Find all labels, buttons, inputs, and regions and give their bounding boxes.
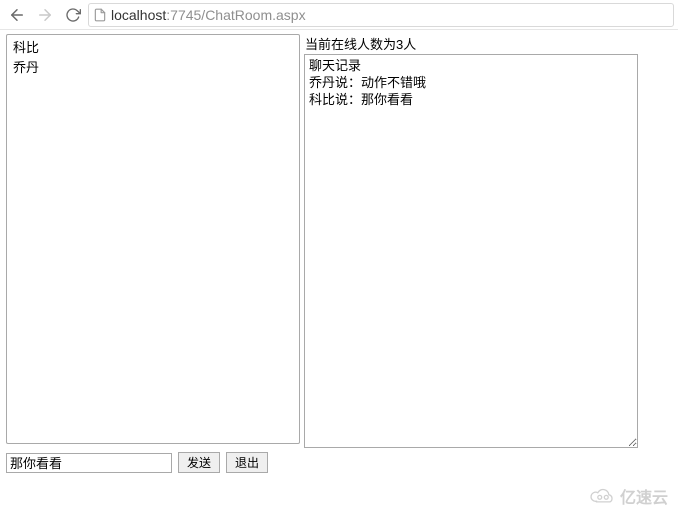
forward-button[interactable] xyxy=(32,3,58,27)
watermark-text: 亿速云 xyxy=(620,484,668,508)
chat-log-header: 聊天记录 xyxy=(309,57,633,74)
chat-main: 科比乔丹 当前在线人数为3人 聊天记录乔丹说：动作不错哦科比说：那你看看 xyxy=(0,30,678,448)
page-icon xyxy=(93,8,107,22)
exit-button[interactable]: 退出 xyxy=(226,452,268,473)
online-count-label: 当前在线人数为3人 xyxy=(305,34,638,53)
reload-icon xyxy=(65,7,81,23)
arrow-right-icon xyxy=(36,6,54,24)
message-input[interactable] xyxy=(6,453,172,473)
chat-log-line: 乔丹说：动作不错哦 xyxy=(309,74,633,91)
address-text: localhost:7745/ChatRoom.aspx xyxy=(111,7,306,23)
reload-button[interactable] xyxy=(60,3,86,27)
watermark: 亿速云 xyxy=(590,484,668,508)
user-list[interactable]: 科比乔丹 xyxy=(6,34,300,444)
send-button[interactable]: 发送 xyxy=(178,452,220,473)
user-list-item[interactable]: 科比 xyxy=(11,37,295,57)
address-bar[interactable]: localhost:7745/ChatRoom.aspx xyxy=(88,3,674,27)
input-row: 发送 退出 xyxy=(0,448,678,477)
back-button[interactable] xyxy=(4,3,30,27)
user-list-item[interactable]: 乔丹 xyxy=(11,57,295,77)
browser-toolbar: localhost:7745/ChatRoom.aspx xyxy=(0,0,678,30)
chat-log[interactable]: 聊天记录乔丹说：动作不错哦科比说：那你看看 xyxy=(304,54,638,448)
cloud-icon xyxy=(590,487,616,505)
chat-log-line: 科比说：那你看看 xyxy=(309,91,633,108)
arrow-left-icon xyxy=(8,6,26,24)
